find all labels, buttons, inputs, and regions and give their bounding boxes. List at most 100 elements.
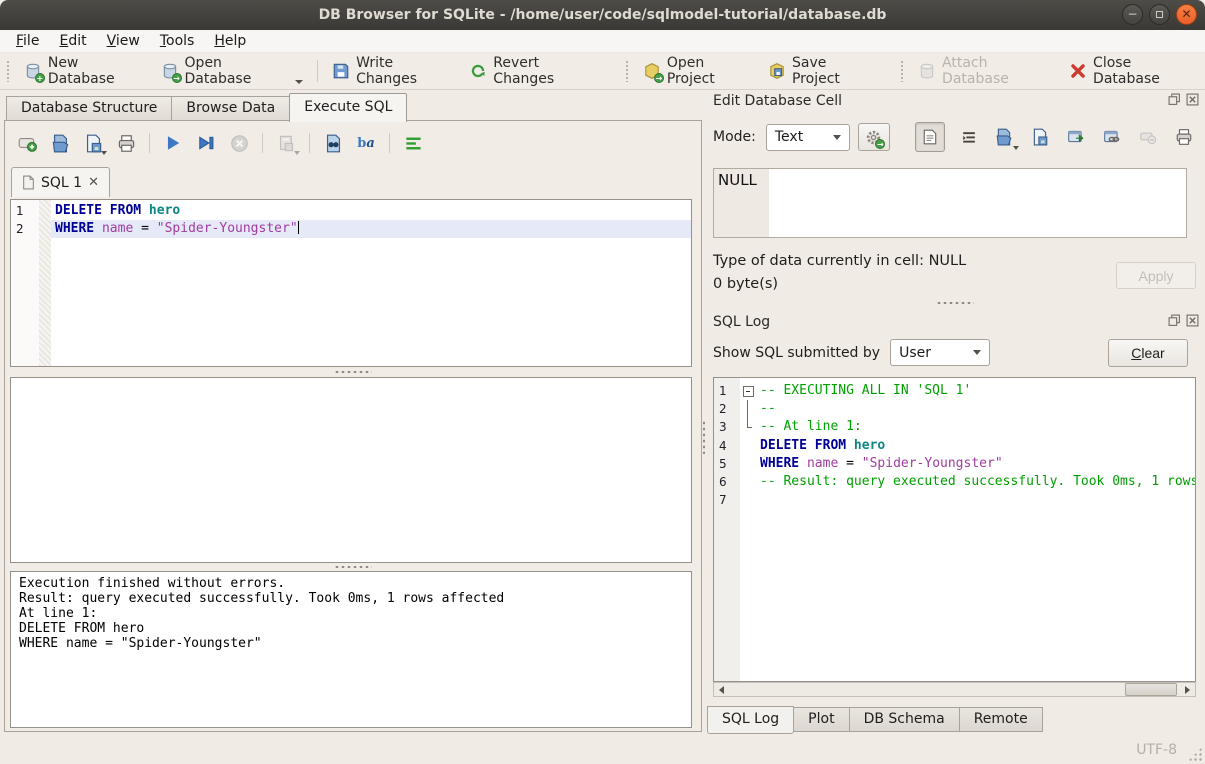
scroll-left-arrow[interactable] <box>714 683 729 696</box>
right-dock: Edit Database Cell Mode: Text → <box>705 90 1205 735</box>
code-line: 1DELETE FROM hero <box>11 202 691 220</box>
dock-tabbar: SQL LogPlotDB SchemaRemote <box>707 707 1043 734</box>
tab-database-structure[interactable]: Database Structure <box>6 96 171 121</box>
revert-changes-button[interactable]: Revert Changes <box>461 50 607 92</box>
results-pane <box>10 377 692 563</box>
new-database-icon: + <box>24 62 42 80</box>
dock-tab-plot[interactable]: Plot <box>794 707 849 732</box>
message-line: DELETE FROM hero <box>19 621 683 636</box>
menu-tools[interactable]: Tools <box>150 31 205 51</box>
menu-file[interactable]: File <box>6 31 49 51</box>
close-database-icon <box>1069 62 1087 80</box>
save-results-button[interactable] <box>274 131 298 155</box>
titlebar: DB Browser for SQLite - /home/user/code/… <box>0 0 1205 30</box>
attach-database-icon <box>918 62 936 80</box>
menu-edit[interactable]: Edit <box>49 31 96 51</box>
messages-pane: Execution finished without errors.Result… <box>10 571 692 728</box>
code-line: 7 <box>714 491 1195 509</box>
main-tabbar: Database Structure Browse Data Execute S… <box>6 93 407 122</box>
execute-current-line-button[interactable] <box>194 131 218 155</box>
splitter-handle[interactable] <box>334 565 372 569</box>
gear-icon: → <box>865 129 882 146</box>
message-line: Result: query executed successfully. Too… <box>19 591 683 606</box>
log-filter-label: Show SQL submitted by <box>713 345 880 361</box>
code-line: 2WHERE name = "Spider-Youngster" <box>11 220 691 238</box>
save-sql-file-button[interactable] <box>81 131 105 155</box>
dock-splitter-handle[interactable] <box>936 301 974 305</box>
apply-button[interactable]: Apply <box>1116 262 1196 289</box>
edit-cell-header: Edit Database Cell <box>705 90 1205 112</box>
sql-tab[interactable]: SQL 1 ✕ <box>11 167 110 197</box>
sql-log-header: SQL Log <box>705 311 1205 333</box>
toolbar-grip[interactable] <box>625 60 629 82</box>
open-project-icon: → <box>643 62 661 80</box>
write-changes-button[interactable]: Write Changes <box>324 50 461 92</box>
scroll-track[interactable] <box>729 683 1180 696</box>
menu-view[interactable]: View <box>97 31 150 51</box>
dock-tab-db-schema[interactable]: DB Schema <box>850 707 960 732</box>
export-cell-data-icon[interactable] <box>1027 124 1053 150</box>
print-sql-icon[interactable] <box>114 131 138 155</box>
cell-type-info: Type of data currently in cell: NULL <box>713 253 966 269</box>
open-sql-tab-button[interactable] <box>15 131 39 155</box>
sql-editor[interactable]: 1DELETE FROM hero2WHERE name = "Spider-Y… <box>10 199 692 367</box>
open-sql-file-icon[interactable] <box>48 131 72 155</box>
encoding-indicator[interactable]: UTF-8 <box>1136 742 1177 758</box>
auto-format-icon[interactable]: ba <box>354 131 378 155</box>
open-database-dropdown[interactable] <box>295 80 303 84</box>
close-panel-icon[interactable] <box>1186 314 1199 327</box>
sql-tabbar: SQL 1 ✕ <box>11 167 110 197</box>
text-mode-icon[interactable] <box>915 122 945 152</box>
clear-log-button[interactable]: Clear <box>1108 339 1188 367</box>
splitter-handle[interactable] <box>334 370 372 374</box>
revert-changes-icon <box>469 62 487 80</box>
code-line: 4DELETE FROM hero <box>714 437 1195 455</box>
sql-log-view[interactable]: 1-- EXECUTING ALL IN 'SQL 1'2--3-- At li… <box>713 377 1196 682</box>
wrap-lines-icon[interactable] <box>955 124 981 150</box>
code-line: 5WHERE name = "Spider-Youngster" <box>714 455 1195 473</box>
open-database-button[interactable]: → Open Database <box>153 50 312 92</box>
minimize-button[interactable]: − <box>1122 4 1143 25</box>
open-project-button[interactable]: → Open Project <box>635 50 760 92</box>
maximize-button[interactable] <box>1149 4 1170 25</box>
float-panel-icon[interactable] <box>1168 93 1181 106</box>
close-button[interactable]: ✕ <box>1176 4 1197 25</box>
attach-database-button[interactable]: Attach Database <box>910 50 1061 92</box>
mode-select[interactable]: Text <box>766 124 850 151</box>
tab-browse-data[interactable]: Browse Data <box>171 96 289 121</box>
open-in-external-icon[interactable] <box>1063 124 1089 150</box>
cell-value-editor[interactable]: NULL <box>713 168 1187 238</box>
close-sql-tab-icon[interactable]: ✕ <box>88 175 99 190</box>
code-line: 3-- At line 1: <box>714 418 1195 436</box>
toolbar-grip[interactable] <box>6 60 10 82</box>
app-window: DB Browser for SQLite - /home/user/code/… <box>0 0 1205 764</box>
dock-tab-remote[interactable]: Remote <box>960 707 1043 732</box>
find-icon[interactable] <box>321 131 345 155</box>
stop-execution-button[interactable] <box>227 131 251 155</box>
scroll-right-arrow[interactable] <box>1180 683 1195 696</box>
copy-link-icon[interactable] <box>1099 124 1125 150</box>
float-panel-icon[interactable] <box>1168 314 1181 327</box>
execute-all-button[interactable] <box>161 131 185 155</box>
word-wrap-icon[interactable] <box>401 131 425 155</box>
log-filter-select[interactable]: User <box>890 339 990 366</box>
dock-tab-sql-log[interactable]: SQL Log <box>707 706 794 734</box>
scroll-thumb[interactable] <box>1125 683 1177 696</box>
print-cell-icon[interactable] <box>1171 124 1197 150</box>
close-database-button[interactable]: Close Database <box>1061 50 1205 92</box>
new-database-button[interactable]: + New Database <box>16 50 153 92</box>
message-line: At line 1: <box>19 606 683 621</box>
resize-grip[interactable] <box>1188 747 1202 761</box>
tab-execute-sql[interactable]: Execute SQL <box>289 93 407 122</box>
cell-size-info: 0 byte(s) <box>713 276 778 292</box>
toolbar-grip[interactable] <box>900 60 904 82</box>
menu-help[interactable]: Help <box>204 31 256 51</box>
close-panel-icon[interactable] <box>1186 93 1199 106</box>
log-horizontal-scrollbar[interactable] <box>713 682 1196 697</box>
auto-apply-button[interactable]: → <box>858 123 890 151</box>
save-project-button[interactable]: Save Project <box>760 50 882 92</box>
cell-value: NULL <box>718 171 757 189</box>
import-cell-data-button[interactable] <box>991 124 1017 150</box>
save-project-icon <box>768 62 786 80</box>
set-null-button[interactable] <box>1135 124 1161 150</box>
